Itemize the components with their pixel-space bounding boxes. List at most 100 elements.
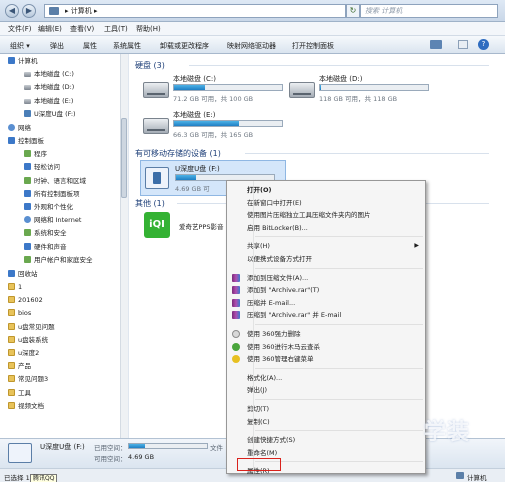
control-panel-icon — [24, 150, 31, 158]
nav-item-local-disk-d[interactable]: 本地磁盘 (D:) — [24, 82, 74, 92]
usage-fill — [320, 85, 322, 90]
nav-item-clock-language-region[interactable]: 时钟、语言和区域 — [24, 176, 86, 186]
nav-item-label: 产品 — [18, 362, 31, 371]
address-input[interactable]: ▸ 计算机 ▸ — [44, 4, 346, 18]
menu-item-label: 使用 360强力删除 — [247, 330, 301, 338]
menu-item-360-force-delete[interactable]: 使用 360强力删除 — [227, 328, 425, 340]
forward-button[interactable]: ▶ — [22, 4, 36, 18]
back-button[interactable]: ◀ — [5, 4, 19, 18]
nav-item-network[interactable]: 网络 — [8, 123, 31, 133]
nav-item-label: u盘装系统 — [18, 335, 49, 344]
view-options-icon[interactable] — [430, 40, 442, 49]
nav-item-folder-bios[interactable]: bios — [8, 308, 31, 318]
winrar-icon — [232, 273, 240, 282]
watermark: 学装 — [424, 420, 471, 445]
nav-item-folder-tools[interactable]: 工具 — [8, 388, 31, 398]
nav-item-system-security[interactable]: 系统和安全 — [24, 228, 67, 238]
organize-button[interactable]: 组织 ▾ — [10, 41, 30, 51]
system-properties-button[interactable]: 系统属性 — [113, 41, 141, 51]
menu-item-open[interactable]: 打开(O) — [227, 184, 425, 196]
folder-icon — [8, 309, 15, 317]
menu-item-copy[interactable]: 复制(C) — [227, 416, 425, 428]
menu-item-label: 添加到 "Archive.rar"(T) — [247, 286, 320, 295]
drive-d[interactable]: 本地磁盘 (D:) 118 GB 可用，共 118 GB — [289, 74, 439, 108]
nav-scroll-thumb[interactable] — [121, 118, 127, 198]
menu-edit[interactable]: 编辑(E) — [38, 24, 62, 34]
menu-item-rename[interactable]: 重命名(M) — [227, 447, 425, 459]
nav-item-folder-201602[interactable]: 201602 — [8, 295, 43, 305]
nav-item-folder-faq3[interactable]: 常见问题3 — [8, 374, 48, 384]
nav-item-local-disk-e[interactable]: 本地磁盘 (E:) — [24, 96, 73, 106]
nav-item-label: 硬件和声音 — [34, 242, 67, 251]
nav-item-programs[interactable]: 程序 — [24, 149, 47, 159]
details-usage-bar — [128, 443, 208, 449]
menu-item-360-trojan-scan[interactable]: 使用 360进行木马云查杀 — [227, 341, 425, 353]
help-icon[interactable]: ? — [478, 39, 489, 50]
menu-item-compress-images[interactable]: 使用图片压缩独立工具压缩文件夹内的图片 — [227, 209, 425, 221]
iqiyi-app-icon[interactable]: iQI — [144, 212, 170, 238]
menu-item-format[interactable]: 格式化(A)... — [227, 372, 425, 384]
menu-item-cut[interactable]: 剪切(T) — [227, 403, 425, 415]
menu-item-compress-email[interactable]: 压缩并 E-mail... — [227, 297, 425, 309]
iqiyi-label[interactable]: 爱奇艺PPS影音 — [179, 221, 223, 231]
nav-item-recycle-bin[interactable]: 回收站 — [8, 269, 38, 279]
usage-fill — [129, 444, 145, 448]
menu-item-compress-rar-email[interactable]: 压缩到 "Archive.rar" 并 E-mail — [227, 309, 425, 321]
nav-item-appearance[interactable]: 外观和个性化 — [24, 202, 73, 212]
nav-item-folder-usb-faq[interactable]: u盘常见问题 — [8, 322, 55, 332]
menu-item-add-to-archive[interactable]: 添加到压缩文件(A)... — [227, 272, 425, 284]
menu-item-add-to-archive-rar[interactable]: 添加到 "Archive.rar"(T) — [227, 284, 425, 296]
uninstall-program-button[interactable]: 卸载或更改程序 — [160, 41, 209, 51]
drive-e[interactable]: 本地磁盘 (E:) 66.3 GB 可用，共 165 GB — [143, 110, 293, 144]
menu-item-share[interactable]: 共享(H) ▶ — [227, 240, 425, 252]
control-panel-icon — [24, 176, 31, 184]
hdd-group-header[interactable]: 硬盘 (3) — [135, 60, 165, 71]
refresh-button[interactable]: ↻ — [346, 4, 360, 18]
menu-separator — [255, 236, 423, 238]
nav-item-user-accounts[interactable]: 用户帐户和家庭安全 — [24, 255, 93, 265]
nav-item-control-panel[interactable]: 控制面板 — [8, 136, 44, 146]
menu-item-open-portable[interactable]: 以便携式设备方式打开 — [227, 253, 425, 265]
nav-scrollbar[interactable] — [120, 54, 128, 438]
menu-item-create-shortcut[interactable]: 创建快捷方式(S) — [227, 434, 425, 446]
menu-tools[interactable]: 工具(T) — [104, 24, 128, 34]
iqiyi-logo-text: iQI — [149, 219, 165, 230]
preview-pane-icon[interactable] — [458, 40, 468, 49]
menu-file[interactable]: 文件(F) — [8, 24, 32, 34]
nav-item-folder-udeep2[interactable]: u深度2 — [8, 348, 39, 358]
nav-item-all-control-panel-items[interactable]: 所有控制面板项 — [24, 189, 80, 199]
menu-help[interactable]: 帮助(H) — [136, 24, 161, 34]
menu-item-open-new-window[interactable]: 在新窗口中打开(E) — [227, 197, 425, 209]
nav-item-hardware-sound[interactable]: 硬件和声音 — [24, 242, 67, 252]
nav-item-folder-usb-install[interactable]: u盘装系统 — [8, 335, 48, 345]
drive-icon — [24, 85, 31, 91]
nav-item-ease-of-access[interactable]: 轻松访问 — [24, 162, 60, 172]
menu-item-enable-bitlocker[interactable]: 启用 BitLocker(B)... — [227, 222, 425, 234]
nav-item-network-internet[interactable]: 网络和 Internet — [24, 215, 81, 225]
nav-item-usb-drive[interactable]: U深度U盘 (F:) — [24, 109, 76, 119]
map-network-drive-button[interactable]: 映射网络驱动器 — [227, 41, 276, 51]
nav-item-label: 网络和 Internet — [34, 216, 82, 225]
nav-item-computer[interactable]: 计算机 — [8, 56, 38, 66]
menu-item-eject[interactable]: 弹出(J) — [227, 384, 425, 396]
nav-item-folder-products[interactable]: 产品 — [8, 361, 31, 371]
removable-group-header[interactable]: 有可移动存储的设备 (1) — [135, 148, 221, 159]
search-input[interactable]: 搜索 计算机 — [360, 4, 498, 18]
drive-c[interactable]: 本地磁盘 (C:) 71.2 GB 可用，共 100 GB — [143, 74, 293, 108]
drive-name: 本地磁盘 (C:) — [173, 75, 216, 83]
nav-item-label: 系统和安全 — [34, 229, 67, 238]
other-group-header[interactable]: 其他 (1) — [135, 198, 165, 209]
menu-separator — [255, 430, 423, 432]
usage-fill — [174, 85, 206, 90]
menu-item-label: 创建快捷方式(S) — [247, 436, 296, 445]
nav-item-folder-1[interactable]: 1 — [8, 282, 22, 292]
nav-item-local-disk-c[interactable]: 本地磁盘 (C:) — [24, 69, 74, 79]
network-icon — [8, 123, 15, 131]
menu-item-360-manage-menu[interactable]: 使用 360管理右键菜单 — [227, 353, 425, 365]
open-control-panel-button[interactable]: 打开控制面板 — [292, 41, 334, 51]
menu-view[interactable]: 查看(V) — [70, 24, 94, 34]
nav-item-folder-video-docs[interactable]: 视频文档 — [8, 401, 44, 411]
eject-button[interactable]: 弹出 — [50, 41, 64, 51]
properties-button[interactable]: 属性 — [83, 41, 97, 51]
status-selection: 已选择 1 — [4, 474, 30, 482]
